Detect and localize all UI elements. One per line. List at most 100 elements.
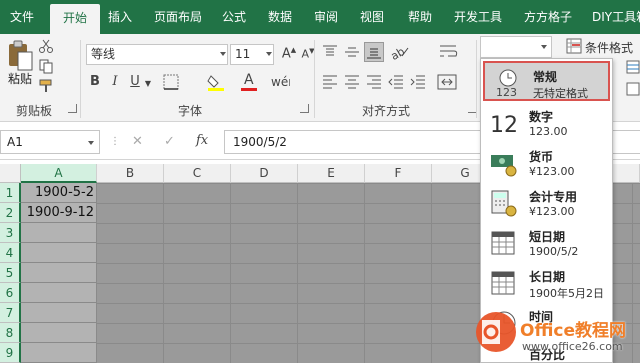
cell-a6[interactable] [21, 283, 97, 303]
cut-icon[interactable] [38, 38, 54, 54]
divider [314, 40, 315, 118]
column-header-a[interactable]: A [21, 164, 97, 183]
tab-home[interactable]: 开始 [50, 4, 100, 34]
cancel-icon[interactable]: ✕ [132, 134, 143, 149]
align-center-icon[interactable] [344, 74, 360, 90]
format-option-number[interactable]: 12 数字 123.00 [481, 103, 612, 143]
accounting-icon [489, 189, 519, 217]
watermark-brand: Office教程网 [520, 321, 627, 341]
font-group-label: 字体 [177, 104, 202, 118]
align-bottom-button[interactable] [364, 42, 384, 62]
name-box[interactable]: A1 [0, 130, 100, 154]
row-header-9[interactable]: 9 [0, 343, 21, 363]
decrease-indent-icon[interactable] [388, 74, 404, 90]
format-option-sample: ¥123.00 [529, 165, 575, 178]
enter-icon[interactable]: ✓ [164, 134, 175, 149]
cell-a4[interactable] [21, 243, 97, 263]
tab-view[interactable]: 视图 [352, 0, 392, 34]
font-launcher[interactable] [300, 104, 309, 113]
table-format-icon[interactable] [626, 60, 640, 74]
number-12-icon: 12 [489, 109, 519, 138]
row-header-1[interactable]: 1 [0, 183, 21, 203]
font-name-select[interactable]: 等线 [86, 44, 228, 65]
more-dots-icon: ⋮ [110, 136, 120, 147]
svg-text:wén: wén [271, 75, 290, 89]
clipboard-launcher[interactable] [68, 104, 77, 113]
tab-data[interactable]: 数据 [260, 0, 300, 34]
column-header-f[interactable]: F [365, 164, 432, 183]
insert-function-icon[interactable]: fx [196, 133, 208, 148]
copy-icon[interactable] [38, 58, 54, 74]
align-middle-icon[interactable] [344, 44, 360, 60]
row-header-6[interactable]: 6 [0, 283, 21, 303]
row-header-5[interactable]: 5 [0, 263, 21, 283]
borders-icon[interactable] [162, 74, 182, 90]
bold-icon[interactable]: B [88, 74, 102, 89]
ribbon-tabs: 文件 开始 插入 页面布局 公式 数据 审阅 视图 帮助 开发工具 方方格子 D… [0, 0, 640, 34]
format-option-name: 常规 [533, 70, 558, 84]
currency-icon [489, 149, 519, 177]
fill-color-icon[interactable] [206, 72, 228, 92]
watermark-url: www.office26.com [522, 340, 623, 353]
column-header-e[interactable]: E [298, 164, 365, 183]
select-all-button[interactable] [0, 164, 21, 183]
row-header-8[interactable]: 8 [0, 323, 21, 343]
italic-icon[interactable]: I [108, 74, 122, 89]
cell-a5[interactable] [21, 263, 97, 283]
cell-styles-icon[interactable] [626, 82, 640, 96]
paste-label[interactable]: 粘贴 [8, 70, 32, 87]
align-left-icon[interactable] [322, 74, 338, 90]
chevron-down-icon [88, 141, 94, 145]
format-option-name: 货币 [529, 150, 554, 164]
alignment-group-label: 对齐方式 [361, 104, 410, 118]
cell-a3[interactable] [21, 223, 97, 243]
svg-text:12: 12 [490, 113, 518, 137]
format-option-currency[interactable]: 货币 ¥123.00 [481, 143, 612, 183]
format-painter-icon[interactable] [38, 78, 54, 94]
column-header-d[interactable]: D [231, 164, 298, 183]
format-option-name: 长日期 [529, 270, 566, 284]
clipboard-group-label: 剪贴板 [15, 104, 52, 118]
cell-a8[interactable] [21, 323, 97, 343]
paste-icon[interactable] [6, 38, 36, 72]
format-option-name: 短日期 [529, 230, 566, 244]
underline-icon[interactable]: U [128, 74, 142, 89]
column-header-b[interactable]: B [97, 164, 164, 183]
format-option-long-date[interactable]: 长日期 1900年5月2日 [481, 263, 612, 303]
orientation-icon[interactable]: ab [388, 42, 412, 63]
chevron-down-icon[interactable]: ▼ [144, 79, 152, 88]
row-header-2[interactable]: 2 [0, 203, 21, 223]
align-right-icon[interactable] [366, 74, 382, 90]
merge-center-icon[interactable] [436, 72, 460, 92]
increase-font-icon[interactable]: A▲ [280, 46, 298, 61]
tab-formulas[interactable]: 公式 [214, 0, 254, 34]
font-color-icon[interactable]: A [240, 72, 260, 92]
tab-diy-toolbox[interactable]: DIY工具箱 [586, 0, 640, 34]
format-option-sample: 1900/5/2 [529, 245, 579, 258]
wrap-text-icon[interactable] [438, 42, 460, 62]
tab-fangfang[interactable]: 方方格子 [516, 0, 580, 34]
cell-a9[interactable] [21, 343, 97, 363]
format-option-general[interactable]: 123 常规 无特定格式 [483, 61, 610, 101]
conditional-format-icon[interactable] [566, 38, 582, 54]
column-header-c[interactable]: C [164, 164, 231, 183]
increase-indent-icon[interactable] [410, 74, 426, 90]
format-option-short-date[interactable]: 短日期 1900/5/2 [481, 223, 612, 263]
tab-insert[interactable]: 插入 [100, 0, 140, 34]
row-header-3[interactable]: 3 [0, 223, 21, 243]
row-header-4[interactable]: 4 [0, 243, 21, 263]
align-top-icon[interactable] [322, 44, 338, 60]
tab-page-layout[interactable]: 页面布局 [146, 0, 210, 34]
format-option-name: 数字 [529, 110, 554, 124]
format-option-sample: 1900年5月2日 [529, 287, 604, 300]
tab-help[interactable]: 帮助 [398, 0, 442, 34]
tab-file[interactable]: 文件 [0, 0, 44, 34]
cell-a7[interactable] [21, 303, 97, 323]
phonetic-icon[interactable]: wén [268, 72, 296, 90]
row-header-7[interactable]: 7 [0, 303, 21, 323]
tab-developer[interactable]: 开发工具 [448, 0, 508, 34]
divider [476, 40, 477, 118]
tab-review[interactable]: 审阅 [306, 0, 346, 34]
format-option-accounting[interactable]: 会计专用 ¥123.00 [481, 183, 612, 223]
conditional-format-label[interactable]: 条件格式 [585, 39, 633, 56]
